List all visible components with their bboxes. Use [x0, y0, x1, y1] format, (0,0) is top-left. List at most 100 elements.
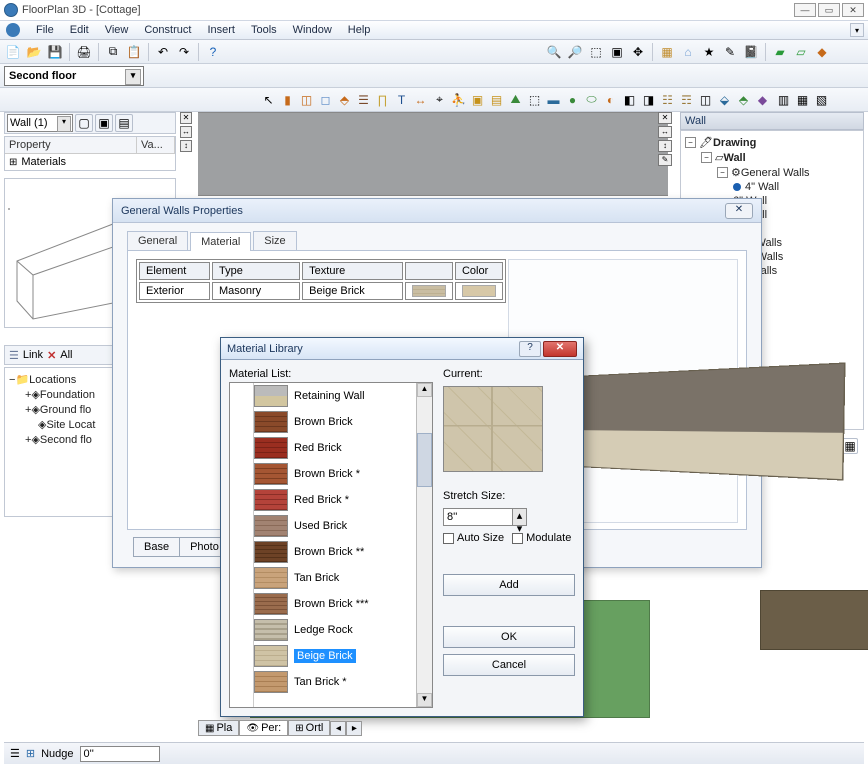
tab-size[interactable]: Size — [253, 231, 296, 250]
locations-delete-icon[interactable]: ✕ — [47, 349, 56, 362]
expand-icon[interactable]: ⊞ — [9, 157, 17, 168]
tool-icon[interactable]: ▬ — [545, 91, 562, 109]
material-item[interactable]: Brown Brick *** — [254, 591, 416, 617]
stair-icon[interactable]: ☰ — [355, 91, 372, 109]
tool-icon[interactable]: ★ — [700, 43, 718, 61]
th-element[interactable]: Element — [139, 262, 210, 280]
auto-size-checkbox[interactable]: Auto Size — [443, 532, 504, 544]
maximize-button[interactable]: ▭ — [818, 3, 840, 17]
pointer-icon[interactable]: ↖ — [260, 91, 277, 109]
prop-row-materials[interactable]: ⊞ Materials — [5, 154, 175, 170]
dialog-help-button[interactable]: ? — [519, 341, 541, 357]
stretch-spinner[interactable]: ▴▾ — [513, 508, 527, 526]
dock-close-icon[interactable]: ✕ — [658, 112, 672, 124]
grid-icon[interactable]: ⊞ — [26, 747, 35, 760]
tool-icon[interactable]: ▦ — [658, 43, 676, 61]
tool-icon[interactable]: ⬙ — [716, 91, 733, 109]
redo-icon[interactable]: ↷ — [175, 43, 193, 61]
floor-select[interactable]: Second floor — [4, 66, 144, 86]
tree-node[interactable]: Foundation — [40, 389, 95, 401]
view-tab-perspective[interactable]: 👁 Per: — [239, 720, 288, 736]
wall-tool-icon[interactable]: ▤ — [115, 114, 133, 132]
tree-collapse-icon[interactable]: − — [717, 167, 728, 178]
dialog-close-button[interactable]: ✕ — [725, 203, 753, 219]
material-list[interactable]: Retaining Wall Brown Brick Red Brick Bro… — [229, 382, 433, 708]
tool-icon[interactable]: ⌂ — [679, 43, 697, 61]
material-item[interactable]: Brown Brick — [254, 409, 416, 435]
dim-icon[interactable]: ↔ — [412, 91, 429, 109]
dock-arrow-icon[interactable]: ↕ — [658, 140, 672, 152]
tree-node[interactable]: Locations — [29, 374, 76, 386]
dock-tool-icon[interactable]: ✎ — [658, 154, 672, 166]
menu-help[interactable]: Help — [340, 24, 379, 36]
menu-file[interactable]: File — [28, 24, 62, 36]
prop-col-property[interactable]: Property — [5, 137, 137, 153]
td-color-swatch[interactable] — [455, 282, 503, 300]
tree-node[interactable]: Ground flo — [40, 404, 91, 416]
add-button[interactable]: Add — [443, 574, 575, 596]
tool-icon[interactable]: ◨ — [640, 91, 657, 109]
tool-icon[interactable]: ⬭ — [583, 91, 600, 109]
prop-col-value[interactable]: Va... — [137, 137, 175, 153]
tool-icon[interactable]: ▰ — [771, 43, 789, 61]
dialog-close-button[interactable]: ✕ — [543, 341, 577, 357]
tool-icon[interactable]: ⬘ — [735, 91, 752, 109]
tree-collapse-icon[interactable]: − — [701, 152, 712, 163]
menu-edit[interactable]: Edit — [62, 24, 97, 36]
column-icon[interactable]: ∏ — [374, 91, 391, 109]
modulate-checkbox[interactable]: Modulate — [512, 532, 571, 544]
wall-select[interactable]: Wall (1) — [7, 114, 73, 132]
scroll-thumb[interactable] — [417, 433, 432, 487]
tree-expand-icon[interactable]: + — [25, 434, 31, 446]
th-texture[interactable]: Texture — [302, 262, 403, 280]
td-texture[interactable]: Beige Brick — [302, 282, 403, 300]
close-button[interactable]: ✕ — [842, 3, 864, 17]
tool-icon[interactable]: ● — [564, 91, 581, 109]
help-icon[interactable]: ? — [204, 43, 222, 61]
tree-node[interactable]: Site Locat — [46, 419, 95, 431]
new-icon[interactable]: 📄 — [4, 43, 22, 61]
tab-scroll-left-icon[interactable]: ◂ — [330, 721, 346, 736]
wall-tool-icon[interactable]: ▣ — [95, 114, 113, 132]
view-tab-plan[interactable]: ▦ Pla — [198, 720, 239, 736]
menu-view[interactable]: View — [97, 24, 137, 36]
tree-expand-icon[interactable]: + — [25, 389, 31, 401]
tree-collapse-icon[interactable]: − — [685, 137, 696, 148]
material-item[interactable]: Used Brick — [254, 513, 416, 539]
cancel-button[interactable]: Cancel — [443, 654, 575, 676]
material-item[interactable]: Brown Brick ** — [254, 539, 416, 565]
menu-construct[interactable]: Construct — [136, 24, 199, 36]
material-item[interactable]: Tan Brick * — [254, 669, 416, 695]
dock-arrow-icon[interactable]: ↔ — [180, 126, 192, 138]
tree-node[interactable]: General Walls — [741, 167, 810, 179]
material-item[interactable]: Ledge Rock — [254, 617, 416, 643]
tool-icon[interactable]: ▦ — [794, 91, 811, 109]
material-list-scrollbar[interactable]: ▲ ▼ — [416, 383, 432, 707]
deck-icon[interactable]: ▤ — [488, 91, 505, 109]
roof-icon[interactable]: ⬘ — [336, 91, 353, 109]
tool-icon[interactable]: ✎ — [721, 43, 739, 61]
fence-icon[interactable]: ☷ — [659, 91, 676, 109]
material-item[interactable]: Tan Brick — [254, 565, 416, 591]
gate-icon[interactable]: ☶ — [678, 91, 695, 109]
material-item[interactable]: Brown Brick * — [254, 461, 416, 487]
tab-material[interactable]: Material — [190, 232, 251, 251]
tree-node[interactable]: 4" Wall — [745, 181, 779, 193]
tab-scroll-right-icon[interactable]: ▸ — [346, 721, 362, 736]
camera-icon[interactable]: ⌖ — [431, 91, 448, 109]
copy-icon[interactable]: ⧉ — [104, 43, 122, 61]
tool-icon[interactable]: ◆ — [813, 43, 831, 61]
dock-close-icon[interactable]: ✕ — [180, 112, 192, 124]
base-button[interactable]: Base — [133, 537, 180, 557]
tree-expand-icon[interactable]: + — [25, 404, 31, 416]
tool-icon[interactable]: ⬚ — [526, 91, 543, 109]
tool-icon[interactable]: ◫ — [697, 91, 714, 109]
person-icon[interactable]: ⛹ — [450, 91, 467, 109]
paste-icon[interactable]: 📋 — [125, 43, 143, 61]
tree-collapse-icon[interactable]: − — [9, 374, 15, 386]
print-icon[interactable]: 🖨 — [75, 43, 93, 61]
th-type[interactable]: Type — [212, 262, 300, 280]
open-icon[interactable]: 📂 — [25, 43, 43, 61]
dock-arrow-icon[interactable]: ↕ — [180, 140, 192, 152]
zoom-out-icon[interactable]: 🔎 — [566, 43, 584, 61]
